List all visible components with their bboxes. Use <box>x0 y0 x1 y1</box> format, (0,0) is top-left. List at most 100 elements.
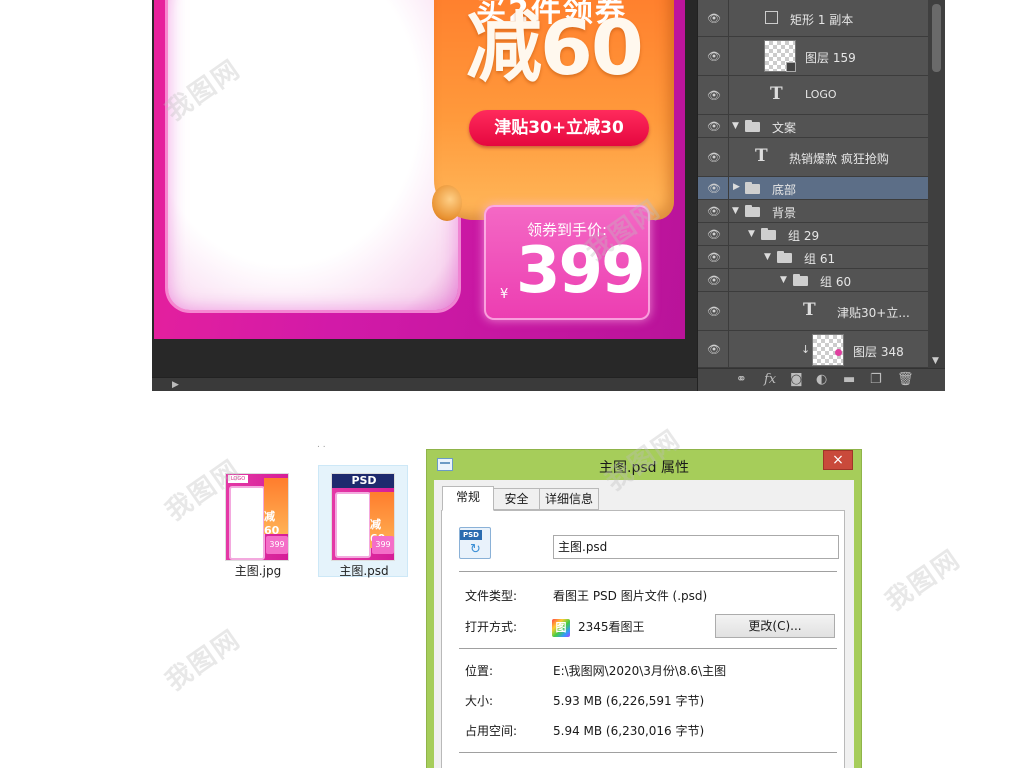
scrollbar-thumb[interactable] <box>932 4 941 72</box>
file-thumbnail: PSD 减60 399 <box>331 473 395 561</box>
file-name: 主图.jpg <box>234 564 282 578</box>
tab-security[interactable]: 安全 <box>493 488 540 510</box>
visibility-eye-icon[interactable]: 👁 <box>706 274 722 287</box>
banner-curl <box>432 185 462 221</box>
file-thumbnail: LOGO 减60 399 <box>225 473 289 561</box>
mask-icon[interactable]: ◙ <box>790 372 803 387</box>
expand-triangle-icon[interactable]: ▼ <box>780 275 787 285</box>
divider <box>459 571 837 572</box>
general-panel: PSD ↻ 主图.psd 文件类型: 看图王 PSD 图片文件 (.psd) 打… <box>441 510 845 768</box>
product-frame <box>168 0 458 310</box>
layer-thumbnail <box>764 40 796 72</box>
watermark: 我图网 <box>880 544 967 617</box>
text-layer-icon: T <box>803 300 816 320</box>
layers-toolbar: ⚭ fx ◙ ◐ ▬ ❐ 🗑 <box>698 368 945 391</box>
file-item-jpg[interactable]: LOGO 减60 399 主图.jpg <box>212 465 302 578</box>
link-icon[interactable]: ⚭ <box>736 372 747 387</box>
dialog-body: 常规 安全 详细信息 PSD ↻ 主图.psd 文件类型: 看图王 PSD 图片… <box>434 480 854 768</box>
currency-symbol: ¥ <box>500 287 509 302</box>
visibility-eye-icon[interactable]: 👁 <box>706 251 722 264</box>
visibility-eye-icon[interactable]: 👁 <box>706 182 722 195</box>
trash-icon[interactable]: 🗑 <box>897 372 914 387</box>
expand-triangle-icon[interactable]: ▼ <box>764 252 771 262</box>
visibility-eye-icon[interactable]: 👁 <box>706 305 722 318</box>
text-layer-icon: T <box>755 146 768 166</box>
filename-input[interactable]: 主图.psd <box>553 535 839 559</box>
expand-triangle-icon[interactable]: ▼ <box>732 206 739 216</box>
layers-panel: 👁 矩形 1 副本 👁 图层 159 👁 T LOGO 👁 ▼ 文案 👁 T 热… <box>697 0 945 391</box>
divider <box>459 752 837 753</box>
layer-row[interactable]: 👁 矩形 1 副本 <box>698 0 928 37</box>
clipping-mask-icon: ↓ <box>801 343 811 356</box>
file-type-label: 文件类型: <box>465 589 518 603</box>
layer-row[interactable]: 👁 图层 159 <box>698 37 928 76</box>
subsidy-pill: 津贴30+立减30 <box>469 110 649 146</box>
folder-icon[interactable]: ▬ <box>843 372 855 387</box>
visibility-eye-icon[interactable]: 👁 <box>706 12 722 25</box>
folder-icon <box>777 251 792 263</box>
layer-row[interactable]: 👁 ▼ 背景 <box>698 200 928 223</box>
layer-name: 组 61 <box>804 252 836 266</box>
scroll-down-icon[interactable]: ▼ <box>932 356 939 366</box>
visibility-eye-icon[interactable]: 👁 <box>706 120 722 133</box>
visibility-eye-icon[interactable]: 👁 <box>706 228 722 241</box>
new-layer-icon[interactable]: ❐ <box>870 372 882 387</box>
tab-general[interactable]: 常规 <box>442 486 494 511</box>
photoshop-window: 买2件领券 减60 津贴30+立减30 领券到手价: ¥ 399 ▶ 👁 矩形 … <box>152 0 945 391</box>
expand-triangle-icon[interactable]: ▼ <box>732 121 739 131</box>
image-viewer-app-icon: 图 <box>552 619 570 637</box>
layer-name: 背景 <box>772 206 797 220</box>
file-item-psd[interactable]: PSD 减60 399 主图.psd <box>318 465 408 578</box>
layer-name: 组 29 <box>788 229 820 243</box>
psd-file-icon: PSD ↻ <box>459 527 491 559</box>
change-button[interactable]: 更改(C)... <box>715 614 835 638</box>
layer-name: 图层 348 <box>853 345 904 359</box>
close-button[interactable]: × <box>823 450 853 470</box>
layer-row[interactable]: 👁 ▼ 组 61 <box>698 246 928 269</box>
design-artboard: 买2件领券 减60 津贴30+立减30 领券到手价: ¥ 399 <box>154 0 685 339</box>
layer-row[interactable]: 👁 ▼ 组 60 <box>698 269 928 292</box>
layer-row[interactable]: 👁 T 津贴30+立... <box>698 292 928 331</box>
open-with-value: 2345看图王 <box>578 620 645 634</box>
layer-name: 矩形 1 副本 <box>790 13 854 27</box>
layer-name: 热销爆款 疯狂抢购 <box>789 152 889 166</box>
visibility-eye-icon[interactable]: 👁 <box>706 343 722 356</box>
adjustment-icon[interactable]: ◐ <box>816 372 827 387</box>
dialog-titlebar[interactable]: 主图.psd 属性 × <box>427 450 861 480</box>
size-label: 大小: <box>465 694 494 708</box>
visibility-eye-icon[interactable]: 👁 <box>706 50 722 63</box>
price-box: 领券到手价: ¥ 399 <box>484 205 650 320</box>
layer-thumbnail <box>812 334 844 366</box>
layers-scrollbar[interactable]: ▼ <box>928 0 945 368</box>
discount-headline: 减60 <box>466 3 644 92</box>
collapse-triangle-icon[interactable]: ▶ <box>733 182 740 192</box>
layer-name: LOGO <box>805 88 837 101</box>
layer-name: 组 60 <box>820 275 852 289</box>
fx-icon[interactable]: fx <box>764 372 776 387</box>
layer-name: 图层 159 <box>805 51 856 65</box>
file-name: 主图.psd <box>339 564 389 578</box>
folder-icon <box>745 182 760 194</box>
layer-row[interactable]: 👁 ↓ 图层 348 <box>698 331 928 368</box>
file-type-value: 看图王 PSD 图片文件 (.psd) <box>553 589 708 603</box>
tab-details[interactable]: 详细信息 <box>539 488 599 510</box>
layer-row[interactable]: 👁 T 热销爆款 疯狂抢购 <box>698 138 928 177</box>
layer-row[interactable]: 👁 T LOGO <box>698 76 928 115</box>
status-arrow-icon[interactable]: ▶ <box>172 380 179 390</box>
layer-row[interactable]: 👁 ▼ 文案 <box>698 115 928 138</box>
layer-row[interactable]: 👁 ▼ 组 29 <box>698 223 928 246</box>
folder-icon <box>745 205 760 217</box>
size-value: 5.93 MB (6,226,591 字节) <box>553 694 705 708</box>
layer-name: 文案 <box>772 121 797 135</box>
visibility-eye-icon[interactable]: 👁 <box>706 89 722 102</box>
expand-triangle-icon[interactable]: ▼ <box>748 229 755 239</box>
text-layer-icon: T <box>770 84 783 104</box>
canvas-area[interactable]: 买2件领券 减60 津贴30+立减30 领券到手价: ¥ 399 ▶ <box>152 0 697 391</box>
folder-icon <box>761 228 776 240</box>
price-value: 399 <box>516 234 646 308</box>
visibility-eye-icon[interactable]: 👁 <box>706 151 722 164</box>
location-label: 位置: <box>465 664 494 678</box>
disk-size-value: 5.94 MB (6,230,016 字节) <box>553 724 705 738</box>
layer-row[interactable]: 👁 ▶ 底部 <box>698 177 928 200</box>
visibility-eye-icon[interactable]: 👁 <box>706 205 722 218</box>
